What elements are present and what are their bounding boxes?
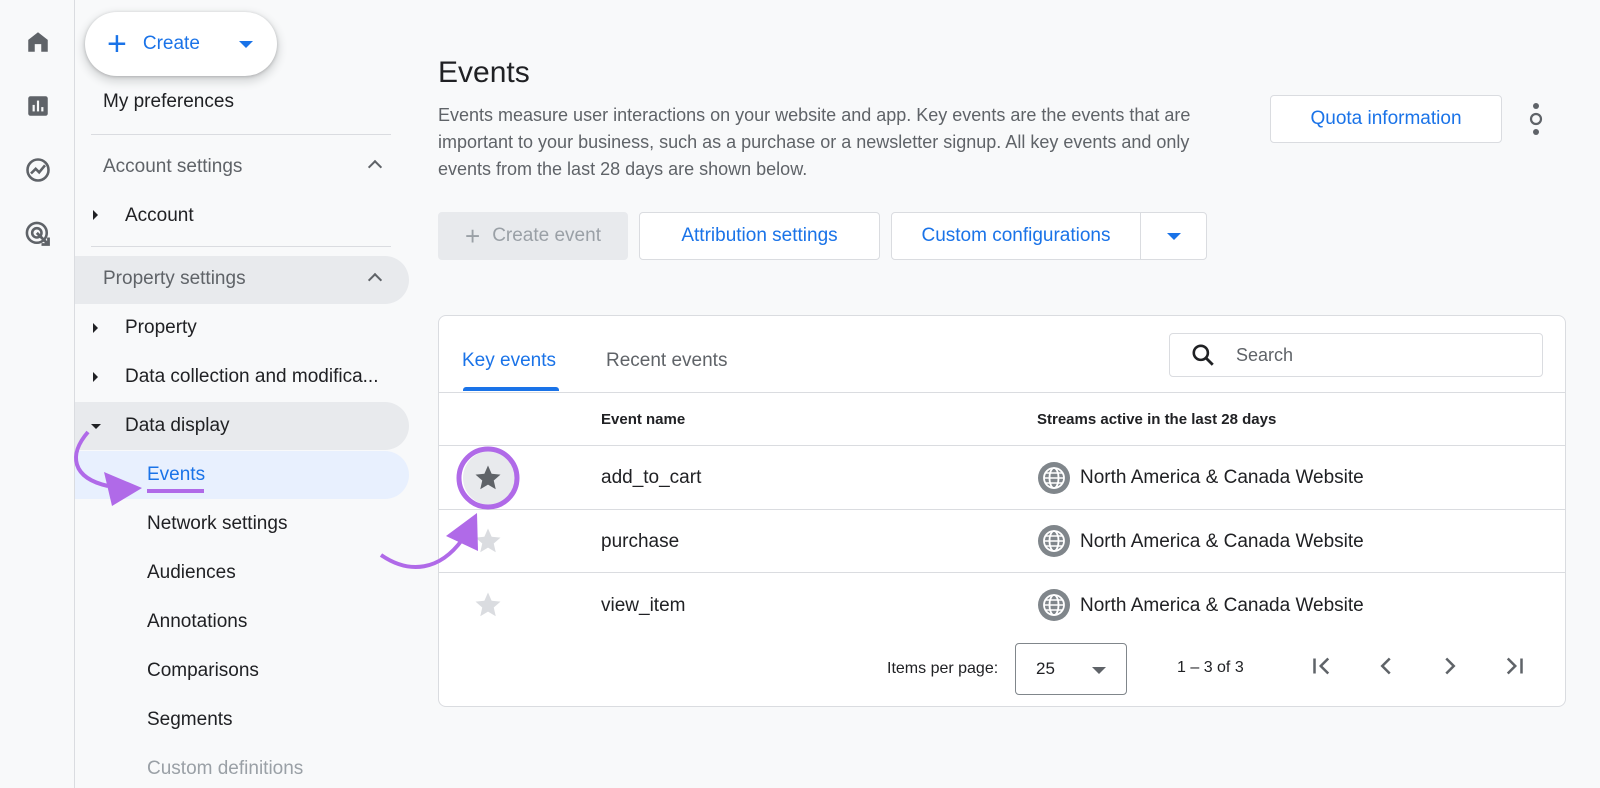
sidebar-item-network-settings[interactable]: Network settings <box>147 513 287 535</box>
expand-arrow-icon[interactable] <box>93 210 98 220</box>
create-label: Create <box>142 33 200 54</box>
row-divider <box>439 509 1565 510</box>
search-icon <box>1190 342 1216 368</box>
search-input[interactable] <box>1236 344 1516 366</box>
tab-recent-events[interactable]: Recent events <box>606 350 727 372</box>
home-icon[interactable] <box>20 24 56 60</box>
active-item-highlight <box>75 451 409 499</box>
sidebar-item-events[interactable]: Events <box>147 464 205 486</box>
globe-icon <box>1038 525 1070 557</box>
page-description: Events measure user interactions on your… <box>438 105 1191 179</box>
reports-bar-chart-icon[interactable] <box>20 88 56 124</box>
quota-information-button[interactable]: Quota information <box>1270 95 1502 143</box>
sidebar-item-comparisons[interactable]: Comparisons <box>147 660 259 682</box>
row-divider <box>439 445 1565 446</box>
divider <box>91 246 391 247</box>
column-header-streams[interactable]: Streams active in the last 28 days <box>1037 411 1276 428</box>
sidebar-item-segments[interactable]: Segments <box>147 709 233 731</box>
navigation-rail <box>0 0 75 788</box>
active-tab-indicator <box>463 387 559 391</box>
items-per-page-select[interactable]: 25 <box>1015 643 1127 695</box>
header-divider <box>439 392 1565 393</box>
event-name-cell: add_to_cart <box>601 467 702 488</box>
section-account-settings[interactable]: Account settings <box>103 156 242 178</box>
event-name-cell: view_item <box>601 595 686 616</box>
page-range-label: 1 – 3 of 3 <box>1177 659 1244 676</box>
create-event-button[interactable]: + Create event <box>438 212 628 260</box>
divider <box>91 134 391 135</box>
sidebar-item-custom-definitions[interactable]: Custom definitions <box>147 758 303 780</box>
sidebar-item-my-preferences[interactable]: My preferences <box>103 91 234 113</box>
chevron-down-icon <box>1092 667 1106 674</box>
page-title: Events <box>438 56 530 89</box>
row-divider <box>439 572 1565 573</box>
main-content: Events Events measure user interactions … <box>438 0 1600 788</box>
key-event-star-icon[interactable] <box>473 463 503 493</box>
previous-page-icon[interactable] <box>1371 651 1401 681</box>
key-event-star-icon[interactable] <box>473 526 503 556</box>
collapse-arrow-icon[interactable] <box>91 424 101 429</box>
tab-key-events[interactable]: Key events <box>462 350 556 372</box>
create-event-label: Create event <box>492 225 601 246</box>
key-event-star-icon[interactable] <box>473 590 503 620</box>
admin-sidebar: + Create My preferences Account settings… <box>75 0 415 788</box>
plus-icon: + <box>107 25 127 63</box>
events-table-card: Key events Recent events Event name Stre… <box>438 315 1566 707</box>
event-name-cell: purchase <box>601 531 680 552</box>
chevron-up-icon[interactable] <box>367 159 383 175</box>
section-property-settings[interactable]: Property settings <box>103 268 246 290</box>
items-per-page-value: 25 <box>1036 659 1055 678</box>
sidebar-item-annotations[interactable]: Annotations <box>147 611 247 633</box>
expand-arrow-icon[interactable] <box>93 323 98 333</box>
sidebar-item-data-display[interactable]: Data display <box>125 415 230 437</box>
last-page-icon[interactable] <box>1499 651 1529 681</box>
search-box[interactable] <box>1169 333 1543 377</box>
next-page-icon[interactable] <box>1435 651 1465 681</box>
more-vert-icon[interactable] <box>1524 100 1548 138</box>
attribution-settings-button[interactable]: Attribution settings <box>639 212 880 260</box>
plus-icon: + <box>465 220 481 251</box>
custom-configurations-button[interactable]: Custom configurations <box>891 212 1141 260</box>
chevron-down-icon <box>239 41 253 48</box>
first-page-icon[interactable] <box>1307 651 1337 681</box>
items-per-page-label: Items per page: <box>887 660 999 677</box>
globe-icon <box>1038 589 1070 621</box>
stream-cell: North America & Canada Website <box>1080 595 1364 616</box>
advertising-target-icon[interactable] <box>20 216 56 252</box>
expand-arrow-icon[interactable] <box>93 372 98 382</box>
column-header-event-name[interactable]: Event name <box>601 411 685 428</box>
sidebar-item-data-collection[interactable]: Data collection and modifica... <box>125 366 378 388</box>
stream-cell: North America & Canada Website <box>1080 467 1364 488</box>
custom-configurations-dropdown[interactable] <box>1140 212 1207 260</box>
chevron-down-icon <box>1166 232 1181 240</box>
stream-cell: North America & Canada Website <box>1080 531 1364 552</box>
sidebar-item-audiences[interactable]: Audiences <box>147 562 236 584</box>
create-button[interactable]: + Create <box>85 12 277 76</box>
sidebar-item-account[interactable]: Account <box>125 205 194 227</box>
explore-trend-icon[interactable] <box>20 152 56 188</box>
globe-icon <box>1038 462 1070 494</box>
sidebar-item-property[interactable]: Property <box>125 317 197 339</box>
